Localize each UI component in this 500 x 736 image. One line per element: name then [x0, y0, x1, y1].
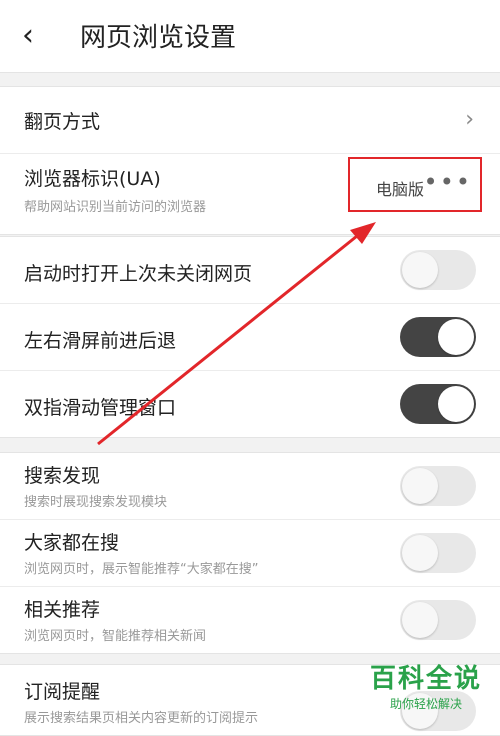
watermark-main: 百科全说 — [369, 664, 482, 694]
watermark-logo: 百科全说 助你轻松解决 — [370, 658, 482, 712]
annotation-arrow-icon — [97, 222, 376, 446]
watermark-sub: 助你轻松解决 — [389, 697, 462, 711]
